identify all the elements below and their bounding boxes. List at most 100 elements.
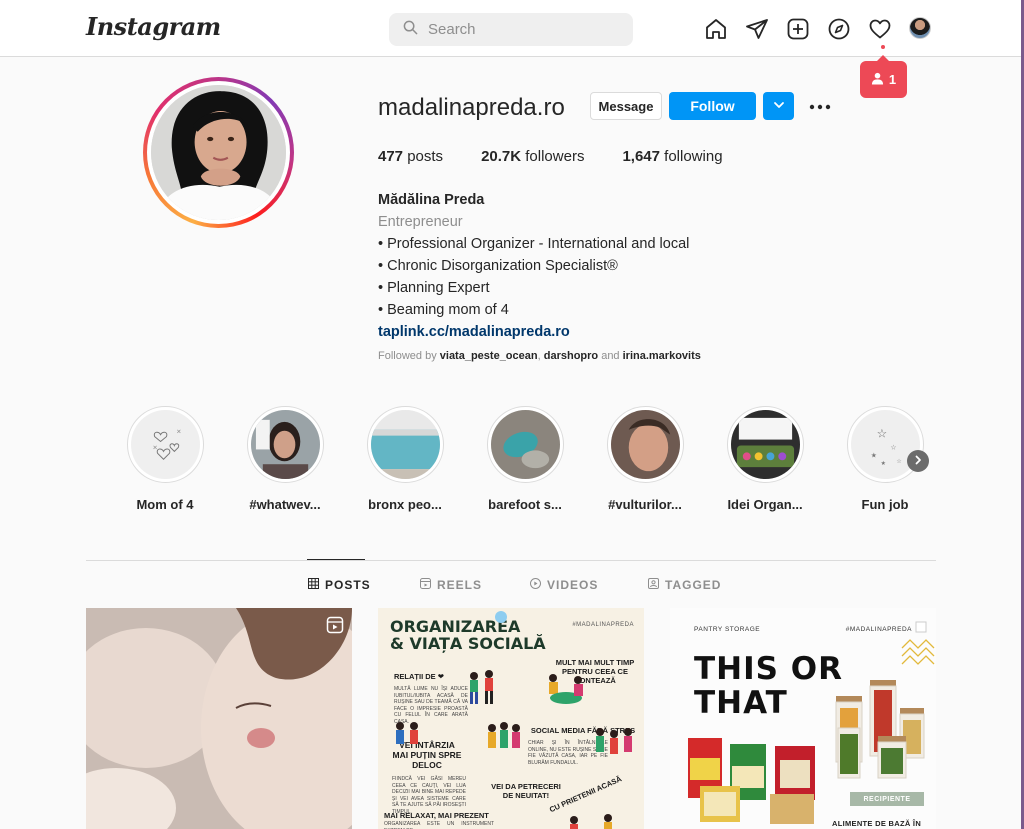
profile-stats: 477 posts 20.7K followers 1,647 followin… [378,148,723,165]
svg-text:☆: ☆ [896,458,901,465]
bio-website-link[interactable]: taplink.cc/madalinapreda.ro [378,321,689,343]
posts-count: 477 posts [378,148,443,165]
activity-heart-icon[interactable] [868,17,892,41]
highlight-item[interactable]: Idei Organ... [720,406,810,512]
highlight-item[interactable]: ✕ ✕ Mom of 4 [120,406,210,512]
profile-category: Entrepreneur [378,214,463,230]
bio-line: • Professional Organizer - International… [378,236,690,252]
profile-picture-story-ring[interactable] [143,77,294,228]
following-label: following [660,148,723,165]
highlight-item[interactable]: bronx peo... [360,406,450,512]
bio-line: • Beaming mom of 4 [378,302,509,318]
search-box[interactable] [389,13,633,46]
reels-icon [420,578,431,592]
avatar [909,17,931,39]
instagram-logo[interactable]: Instagram [86,12,221,41]
post-badge: RECIPIENTE [850,792,924,806]
more-options-button[interactable] [808,96,832,116]
notification-dot [881,45,885,49]
follow-request-notification[interactable]: 1 [860,55,907,98]
svg-text:☆: ☆ [876,427,887,441]
new-post-icon[interactable] [786,17,810,41]
followers-number: 20.7K [481,148,522,165]
followers-label: followers [521,148,585,165]
highlight-label: barefoot s... [488,497,562,512]
bio-line: • Chronic Disorganization Specialist® [378,258,618,274]
posts-number: 477 [378,148,404,165]
highlight-cover-pool [370,410,440,479]
search-icon [403,20,418,40]
following-link[interactable]: 1,647 following [622,148,722,165]
home-icon[interactable] [704,17,728,41]
svg-text:★: ★ [870,452,876,459]
tab-tagged[interactable]: TAGGED [648,578,721,592]
followed-by-text: Followed by viata_peste_ocean, darshopro… [378,350,701,362]
post-footer-text: ALIMENTE DE BAZĂ ÎN [832,819,922,828]
highlights-next-button[interactable] [907,450,929,472]
svg-text:☆: ☆ [890,444,896,451]
post-image-baby [86,608,352,829]
follow-button[interactable]: Follow [669,92,756,120]
following-number: 1,647 [622,148,660,165]
post-tile[interactable]: ORGANIZAREA & VIAȚA SOCIALĂ #MADALINAPRED… [378,608,644,829]
person-icon [871,72,884,88]
highlight-cover-hearts: ✕ ✕ [130,410,200,479]
tabs-divider [86,560,936,561]
highlight-label: #whatwev... [249,497,321,512]
highlight-label: Idei Organ... [727,497,803,512]
follower-link[interactable]: darshopro [544,350,598,362]
tab-posts[interactable]: POSTS [308,578,371,592]
highlight-label: bronx peo... [368,497,442,512]
post-tile[interactable] [86,608,352,829]
highlight-cover-face [610,410,680,479]
bio-line: • Planning Expert [378,280,490,296]
message-button[interactable]: Message [590,92,662,120]
tab-label: POSTS [325,578,371,592]
followers-link[interactable]: 20.7K followers [481,148,584,165]
follower-link[interactable]: irina.markovits [623,350,701,362]
tab-label: TAGGED [665,578,722,592]
grid-icon [308,578,319,592]
followed-by-prefix: Followed by [378,350,440,362]
highlight-label: #vulturilor... [608,497,682,512]
follower-link[interactable]: viata_peste_ocean [440,350,538,362]
highlight-cover-shoes [490,410,560,479]
full-name: Mădălina Preda [378,192,485,208]
highlight-label: Mom of 4 [136,497,194,512]
play-icon [530,578,541,592]
svg-text:✕: ✕ [152,445,157,451]
active-tab-indicator [307,559,365,560]
post-illustration-people [396,611,632,829]
nav-icons [704,17,933,41]
svg-text:✕: ✕ [176,430,181,436]
top-navigation-bar: Instagram [0,0,1021,57]
search-input[interactable] [428,21,618,38]
more-dots-icon [809,97,831,115]
suggested-accounts-button[interactable] [763,92,794,120]
reel-indicator-icon [326,616,344,634]
highlight-cover-portrait [250,410,320,479]
tag-icon [648,578,659,592]
profile-picture [151,85,286,220]
explore-icon[interactable] [827,17,851,41]
direct-message-icon[interactable] [745,17,769,41]
highlight-item[interactable]: barefoot s... [480,406,570,512]
svg-text:★: ★ [880,460,885,467]
highlight-item[interactable]: #whatwev... [240,406,330,512]
posts-label: posts [403,148,444,165]
story-highlights: ✕ ✕ Mom of 4 #whatwev... bronx peo... ba… [120,406,940,516]
highlight-item[interactable]: #vulturilor... [600,406,690,512]
separator: and [598,350,623,362]
profile-username: madalinapreda.ro [378,94,565,121]
chevron-down-icon [773,99,785,114]
chevron-right-icon [913,452,923,470]
notification-count: 1 [888,72,897,87]
profile-bio: Mădălina Preda Entrepreneur • Profession… [378,189,689,343]
tab-label: REELS [437,578,483,592]
post-tile[interactable]: PANTRY STORAGE #MADALINAPREDA THIS OR THA… [670,608,936,829]
tab-reels[interactable]: REELS [420,578,482,592]
profile-avatar[interactable] [909,17,933,41]
tab-label: VIDEOS [547,578,599,592]
tab-videos[interactable]: VIDEOS [530,578,598,592]
highlight-cover-organizer [730,410,800,479]
